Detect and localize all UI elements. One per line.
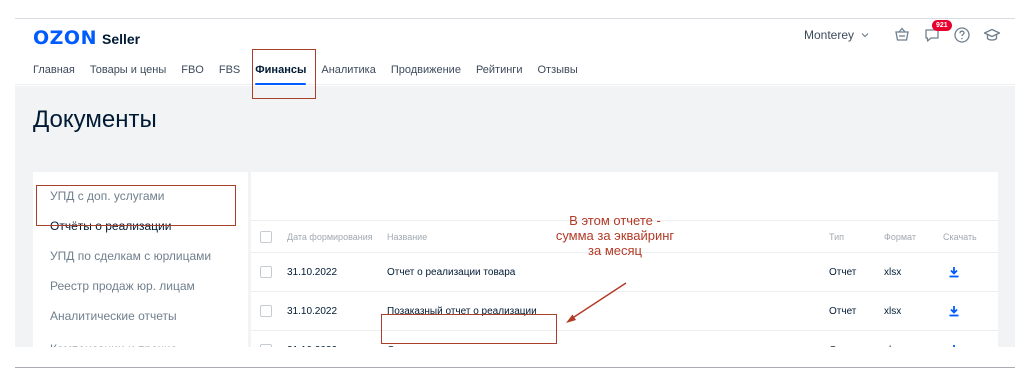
report-row-highlight [381, 314, 557, 344]
logo-seller: Seller [101, 31, 141, 47]
nav-item-fbs[interactable]: FBS [219, 64, 240, 76]
row-type: Отчет [829, 331, 856, 348]
nav-item-fbo[interactable]: FBO [181, 64, 204, 76]
basket-icon[interactable] [893, 26, 911, 44]
sidebar-item-upd-legal[interactable]: УПД по сделкам с юрлицами [33, 241, 248, 271]
finance-tab-highlight [252, 49, 316, 99]
download-icon[interactable] [948, 292, 960, 330]
row-checkbox[interactable] [260, 344, 272, 347]
nav-item-home[interactable]: Главная [33, 64, 75, 76]
sidebar-item-registry[interactable]: Реестр продаж юр. лицам [33, 271, 248, 301]
help-icon[interactable] [953, 26, 971, 44]
nav-item-promotion[interactable]: Продвижение [391, 64, 461, 76]
table-row: 31.10.2022 Отчет о перевыставлении услуг… [251, 331, 998, 347]
chat-icon[interactable]: 921 [923, 20, 952, 44]
notifications-badge: 921 [932, 20, 952, 31]
logo-ozon: OZON [33, 27, 97, 49]
row-type: Отчет [829, 305, 857, 317]
download-icon[interactable] [948, 253, 960, 291]
shop-name: Monterey [803, 28, 854, 42]
row-checkbox[interactable] [260, 305, 272, 317]
col-name[interactable]: Название [387, 221, 427, 252]
row-name: Отчет о реализации товара [387, 266, 516, 278]
row-format: xlsx [884, 331, 901, 348]
graduation-cap-icon[interactable] [983, 26, 1001, 44]
col-type: Тип [829, 231, 845, 242]
table-row: 31.10.2022 Отчет о реализации товара Отч… [251, 253, 998, 292]
sidebar-item-compensations[interactable]: Компенсации и прочие начисления [33, 331, 203, 347]
nav-item-reviews[interactable]: Отзывы [537, 64, 577, 76]
table-row: 31.10.2022 Позаказный отчет о реализации… [251, 292, 998, 331]
row-format: xlsx [884, 266, 902, 278]
shop-selector[interactable]: Monterey [804, 28, 869, 42]
row-format: xlsx [884, 305, 902, 317]
download-icon[interactable] [948, 331, 960, 347]
select-all-checkbox[interactable] [260, 230, 272, 243]
row-date: 31.10.2022 [287, 266, 338, 278]
documents-panel: Дата формирования Название Тип Формат Ск… [251, 172, 998, 347]
sales-reports-highlight [36, 185, 236, 226]
row-checkbox[interactable] [260, 266, 272, 278]
row-date: 31.10.2022 [287, 331, 337, 348]
nav-item-ratings[interactable]: Рейтинги [476, 64, 523, 76]
logo[interactable]: OZON Seller [33, 27, 140, 49]
col-date[interactable]: Дата формирования [287, 221, 373, 252]
col-format: Формат [884, 231, 916, 242]
header-actions: Monterey 921 [804, 20, 1001, 44]
sidebar-item-analytics-reports[interactable]: Аналитические отчеты [33, 301, 248, 331]
header: OZON Seller Главная Товары и цены FBO FB… [15, 19, 1015, 85]
annotation-text: В этом отчете - сумма за эквайринг за ме… [555, 213, 675, 258]
chevron-down-icon [861, 33, 869, 38]
col-download: Скачать [943, 231, 977, 242]
screenshot-frame: OZON Seller Главная Товары и цены FBO FB… [15, 19, 1015, 347]
page-title: Документы [33, 106, 157, 133]
nav-item-analytics[interactable]: Аналитика [321, 64, 375, 76]
row-type: Отчет [829, 266, 857, 278]
bottom-divider [15, 367, 1015, 368]
row-date: 31.10.2022 [287, 305, 338, 317]
nav-item-products[interactable]: Товары и цены [90, 64, 166, 76]
